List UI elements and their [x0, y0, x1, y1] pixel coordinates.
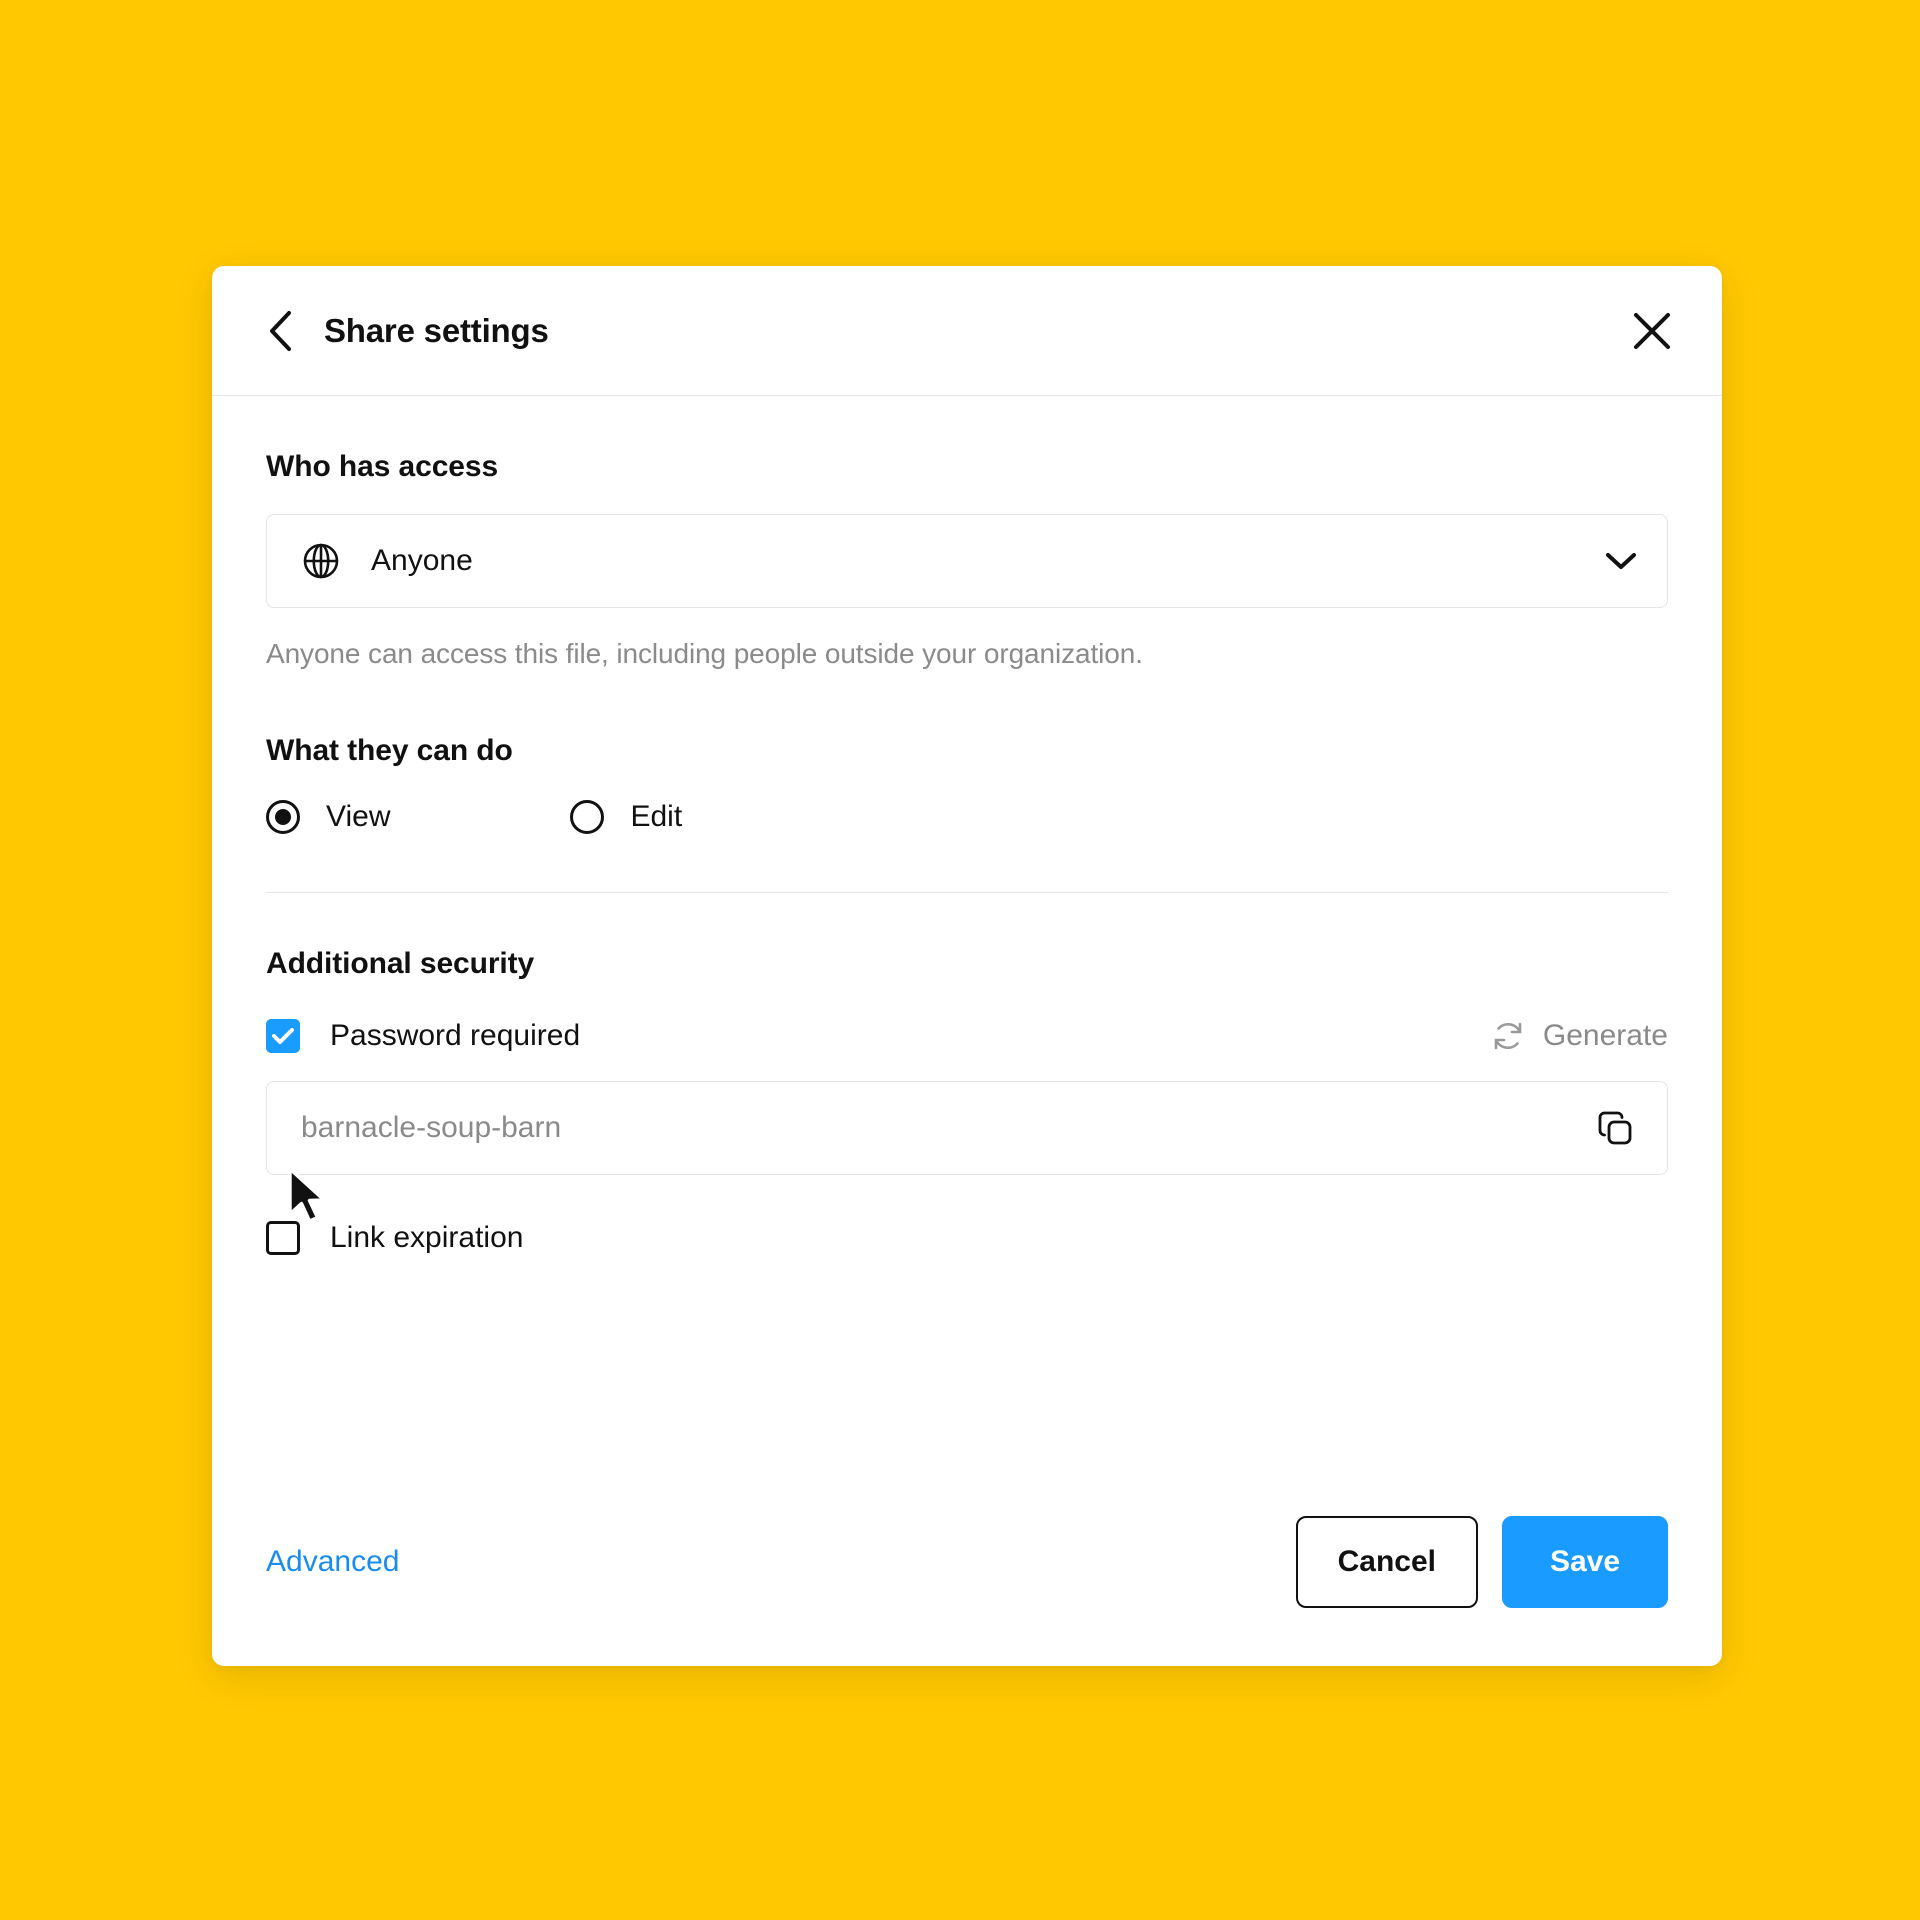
radio-option-view[interactable]: View [266, 800, 390, 834]
radio-option-edit[interactable]: Edit [570, 800, 682, 834]
password-required-row: Password required Generate [266, 1017, 1668, 1055]
password-input-wrapper[interactable]: barnacle-soup-barn [266, 1081, 1668, 1175]
password-required-checkbox[interactable] [266, 1019, 300, 1053]
dialog-header: Share settings [212, 266, 1722, 396]
chevron-left-icon [270, 310, 291, 351]
chevron-down-icon [1603, 543, 1639, 579]
password-required-label: Password required [330, 1019, 581, 1052]
refresh-icon [1489, 1017, 1527, 1055]
share-settings-dialog: Share settings Who has access Anyone Any… [212, 266, 1722, 1666]
what-they-can-do-label: What they can do [266, 734, 513, 767]
copy-password-button[interactable] [1593, 1106, 1637, 1150]
page-title: Share settings [324, 311, 549, 349]
close-button[interactable] [1628, 307, 1676, 355]
dialog-footer: Advanced Cancel Save [212, 1516, 1722, 1608]
close-icon [1634, 312, 1670, 349]
advanced-link[interactable]: Advanced [266, 1545, 399, 1579]
permission-radio-group: View Edit [266, 800, 1668, 834]
save-button[interactable]: Save [1502, 1516, 1668, 1608]
link-expiration-checkbox-group[interactable]: Link expiration [266, 1221, 523, 1255]
additional-security-label: Additional security [266, 947, 535, 980]
back-button[interactable] [258, 309, 302, 353]
link-expiration-label: Link expiration [330, 1221, 524, 1254]
radio-label-edit: Edit [630, 800, 683, 833]
section-divider [266, 892, 1668, 893]
link-expiration-checkbox[interactable] [266, 1221, 300, 1255]
generate-label: Generate [1542, 1019, 1668, 1052]
generate-password-button[interactable]: Generate [1489, 1017, 1668, 1055]
who-has-access-value: Anyone [371, 544, 473, 577]
copy-icon [1598, 1111, 1632, 1145]
access-helper-text: Anyone can access this file, including p… [266, 638, 1143, 669]
dialog-body: Who has access Anyone Anyone can access … [212, 396, 1722, 1516]
link-expiration-row: Link expiration [266, 1221, 1668, 1255]
cancel-button[interactable]: Cancel [1295, 1516, 1478, 1608]
radio-label-view: View [326, 800, 391, 833]
who-has-access-label: Who has access [266, 450, 499, 483]
radio-mark-edit [570, 800, 605, 834]
password-input[interactable]: barnacle-soup-barn [301, 1111, 1593, 1145]
check-icon [272, 1028, 294, 1044]
password-required-checkbox-group[interactable]: Password required [266, 1019, 580, 1053]
globe-icon [301, 541, 341, 581]
radio-mark-view [266, 800, 300, 834]
who-has-access-select[interactable]: Anyone [266, 514, 1668, 608]
